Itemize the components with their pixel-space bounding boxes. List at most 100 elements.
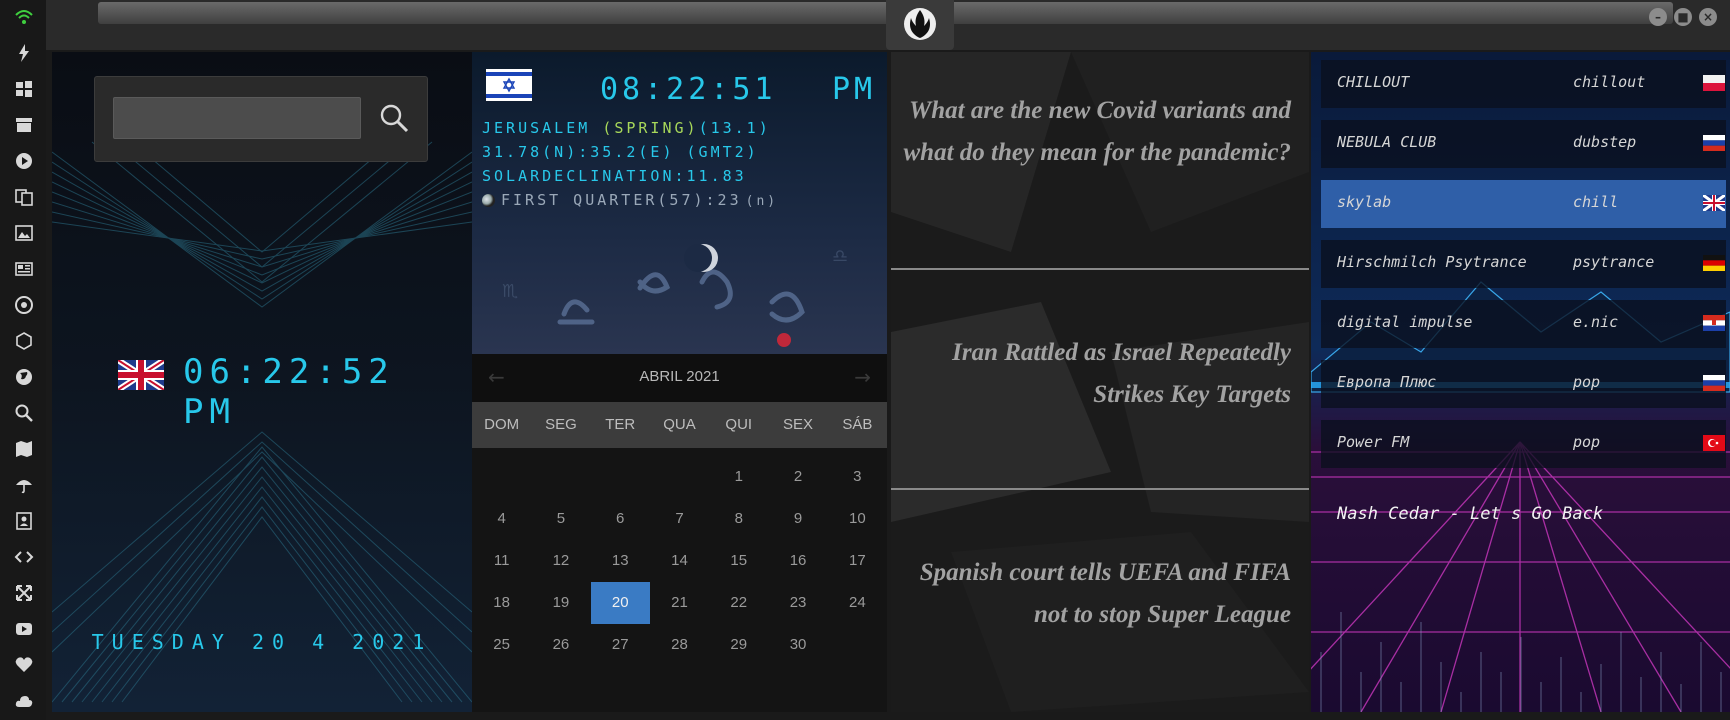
calendar-empty-cell (531, 456, 590, 498)
station-genre: e.nic (1573, 313, 1619, 331)
station-row[interactable]: digital impulse e.nic (1321, 300, 1726, 348)
local-time: 06:22:52 PM (183, 352, 395, 432)
calendar-week: 4 5 6 7 8 9 10 (472, 498, 887, 540)
calendar-day[interactable]: 13 (591, 540, 650, 582)
germany-flag-icon (1703, 255, 1725, 271)
station-row[interactable]: skylab chill (1321, 180, 1726, 228)
dashboard-root: – ■ × 06:22:52 PM TUESDAY 20 4 2021 ♏ ♎ … (0, 0, 1730, 720)
calendar-day[interactable]: 2 (768, 456, 827, 498)
news-headline[interactable]: What are the new Covid variants and what… (901, 90, 1292, 174)
station-row[interactable]: Европа Плюс pop (1321, 360, 1726, 408)
station-genre: dubstep (1573, 133, 1637, 151)
calendar-day[interactable]: 27 (591, 624, 650, 666)
calendar-day[interactable]: 8 (709, 498, 768, 540)
play-icon[interactable] (13, 150, 35, 172)
calendar-day[interactable]: 15 (709, 540, 768, 582)
rebel-emblem-icon[interactable] (886, 0, 954, 50)
world-clock-panel: ♏ ♎ 08:22:51 PM JERUSALEM (SPRING)(13.1) … (472, 52, 887, 712)
solar-declination: SOLARDECLINATION:11.83 (482, 167, 747, 185)
calendar-day[interactable]: 12 (531, 540, 590, 582)
contacts-icon[interactable] (13, 510, 35, 532)
calendar-day[interactable]: 11 (472, 540, 531, 582)
maximize-icon[interactable]: ■ (1674, 8, 1692, 26)
search-button[interactable] (377, 101, 411, 135)
calendar-day[interactable]: 26 (531, 624, 590, 666)
calendar-day[interactable]: 4 (472, 498, 531, 540)
news-icon[interactable] (13, 258, 35, 280)
calendar-day[interactable]: 22 (709, 582, 768, 624)
search-icon[interactable] (13, 402, 35, 424)
world-ampm: PM (832, 72, 877, 107)
svg-text:♎: ♎ (832, 246, 848, 267)
now-playing: Nash Cedar - Let s Go Back (1337, 504, 1604, 524)
calendar-day[interactable]: 3 (828, 456, 887, 498)
cloud-icon[interactable] (13, 690, 35, 712)
station-genre: psytrance (1573, 253, 1655, 271)
station-name: Европа Плюс (1337, 373, 1437, 391)
umbrella-icon[interactable] (13, 474, 35, 496)
city-line: JERUSALEM (SPRING)(13.1) (482, 119, 771, 137)
calendar-week: 18 19 20 21 22 23 24 (472, 582, 887, 624)
station-row[interactable]: CHILLOUT chillout (1321, 60, 1726, 108)
calendar-week: 123 (472, 456, 887, 498)
calendar-day[interactable]: 17 (828, 540, 887, 582)
wifi-icon[interactable] (13, 6, 35, 28)
calendar-day[interactable]: 10 (828, 498, 887, 540)
search-box (94, 76, 428, 162)
youtube-icon[interactable] (13, 618, 35, 640)
archive-icon[interactable] (13, 114, 35, 136)
bolt-icon[interactable] (13, 42, 35, 64)
station-genre: chill (1573, 193, 1619, 211)
station-row[interactable]: NEBULA CLUB dubstep (1321, 120, 1726, 168)
calendar-day[interactable]: 25 (472, 624, 531, 666)
calendar-day[interactable]: 21 (650, 582, 709, 624)
calendar-day[interactable]: 24 (828, 582, 887, 624)
windows-icon[interactable] (13, 78, 35, 100)
calendar-day[interactable]: 29 (709, 624, 768, 666)
calendar-day[interactable]: 14 (650, 540, 709, 582)
calendar-day[interactable]: 1 (709, 456, 768, 498)
expand-icon[interactable] (13, 582, 35, 604)
news-headline[interactable]: Spanish court tells UEFA and FIFA not to… (901, 552, 1291, 636)
calendar-day[interactable]: 30 (768, 624, 827, 666)
local-date: TUESDAY 20 4 2021 (91, 630, 433, 654)
next-month-icon[interactable]: → (854, 365, 871, 389)
close-icon[interactable]: × (1699, 8, 1717, 26)
station-name: CHILLOUT (1337, 73, 1410, 91)
hexagon-icon[interactable] (13, 330, 35, 352)
svg-text:♏: ♏ (502, 281, 518, 302)
calendar-day[interactable]: 20 (590, 582, 650, 624)
side-rail (0, 0, 46, 720)
calendar-day[interactable]: 7 (650, 498, 709, 540)
local-clock-panel: 06:22:52 PM TUESDAY 20 4 2021 (52, 52, 472, 712)
calendar-day[interactable]: 18 (472, 582, 531, 624)
calendar-day[interactable]: 6 (591, 498, 650, 540)
minimize-icon[interactable]: – (1649, 8, 1667, 26)
search-input[interactable] (113, 97, 361, 139)
code-icon[interactable] (13, 546, 35, 568)
moon-suffix: (n) (745, 194, 779, 209)
news-divider (891, 488, 1309, 490)
calendar-day[interactable]: 23 (768, 582, 827, 624)
coordinates: 31.78(N):35.2(E) (GMT2) (482, 143, 759, 161)
settings-cog-icon[interactable] (13, 294, 35, 316)
calendar-day[interactable]: 16 (768, 540, 827, 582)
station-row[interactable]: Power FM pop (1321, 420, 1726, 468)
city-name: JERUSALEM (482, 119, 591, 137)
station-name: Power FM (1337, 433, 1410, 451)
calendar-day[interactable]: 28 (650, 624, 709, 666)
station-name: NEBULA CLUB (1337, 133, 1437, 151)
map-icon[interactable] (13, 438, 35, 460)
image-icon[interactable] (13, 222, 35, 244)
israel-flag-icon (486, 69, 532, 101)
station-name: skylab (1337, 193, 1392, 211)
translate-icon[interactable] (13, 186, 35, 208)
globe-icon[interactable] (13, 366, 35, 388)
news-headline[interactable]: Iran Rattled as Israel Repeatedly Strike… (901, 332, 1291, 416)
calendar-day[interactable]: 5 (531, 498, 590, 540)
station-row[interactable]: Hirschmilch Psytrance psytrance (1321, 240, 1726, 288)
season: (SPRING) (602, 119, 699, 137)
heart-icon[interactable] (13, 654, 35, 676)
calendar-day[interactable]: 19 (531, 582, 590, 624)
calendar-day[interactable]: 9 (768, 498, 827, 540)
